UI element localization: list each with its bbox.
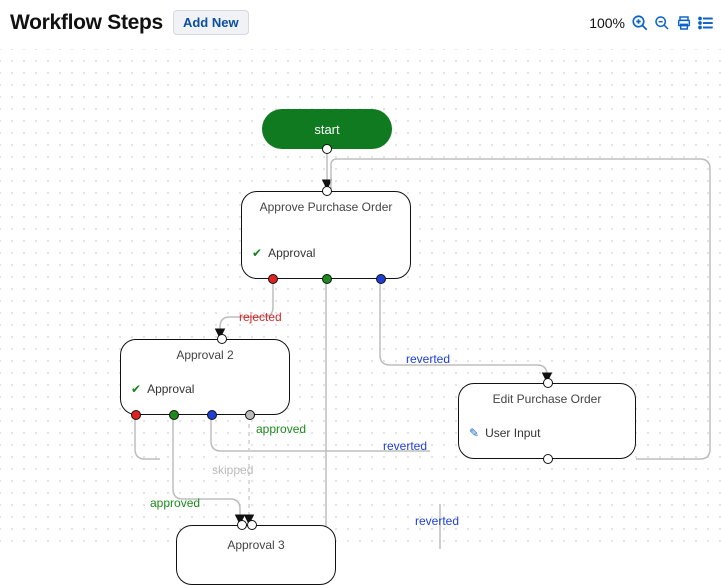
port[interactable]	[322, 144, 332, 154]
edge-label-skipped: skipped	[212, 463, 253, 477]
port-reverted[interactable]	[207, 410, 217, 420]
edge-label-reverted2: reverted	[383, 439, 427, 453]
port-in[interactable]	[217, 334, 227, 344]
node-title: Approval 3	[177, 526, 335, 552]
start-node[interactable]: start	[262, 109, 392, 149]
port-in[interactable]	[237, 520, 247, 530]
node-title: Approval 2	[121, 340, 289, 362]
edge-label-approved2: approved	[150, 496, 200, 510]
check-icon: ✔	[131, 382, 141, 396]
zoom-out-icon[interactable]	[653, 14, 671, 32]
port-approved[interactable]	[169, 410, 179, 420]
node-sublabel: Approval	[268, 246, 315, 260]
start-label: start	[314, 122, 339, 137]
approval2-node[interactable]: Approval 2 ✔ Approval	[120, 339, 290, 415]
workflow-canvas[interactable]: start Approve Purchase Order ✔ Approval …	[0, 49, 721, 549]
zoom-percent: 100%	[589, 15, 625, 31]
port-in[interactable]	[322, 186, 332, 196]
edge-label-approved: approved	[256, 422, 306, 436]
port-rejected[interactable]	[268, 274, 278, 284]
edit-po-node[interactable]: Edit Purchase Order ✎ User Input	[458, 383, 636, 459]
edge-label-reverted3: reverted	[415, 514, 459, 528]
port-reverted[interactable]	[376, 274, 386, 284]
edge-label-reverted1: reverted	[406, 352, 450, 366]
page-title: Workflow Steps	[10, 11, 163, 35]
add-new-button[interactable]: Add New	[173, 10, 249, 35]
edge-label-rejected: rejected	[239, 310, 282, 324]
list-icon[interactable]	[697, 14, 715, 32]
approval3-node[interactable]: Approval 3	[176, 525, 336, 585]
node-sublabel: Approval	[147, 382, 194, 396]
node-sublabel: User Input	[485, 426, 540, 440]
check-icon: ✔	[252, 246, 262, 260]
port-skipped[interactable]	[245, 410, 255, 420]
port-in2[interactable]	[247, 520, 257, 530]
pencil-icon: ✎	[469, 426, 479, 440]
print-icon[interactable]	[675, 14, 693, 32]
port-approved[interactable]	[322, 274, 332, 284]
port-rejected[interactable]	[131, 410, 141, 420]
approve-po-node[interactable]: Approve Purchase Order ✔ Approval	[241, 191, 411, 279]
zoom-in-icon[interactable]	[631, 14, 649, 32]
port-in[interactable]	[543, 378, 553, 388]
port-out[interactable]	[543, 454, 553, 464]
